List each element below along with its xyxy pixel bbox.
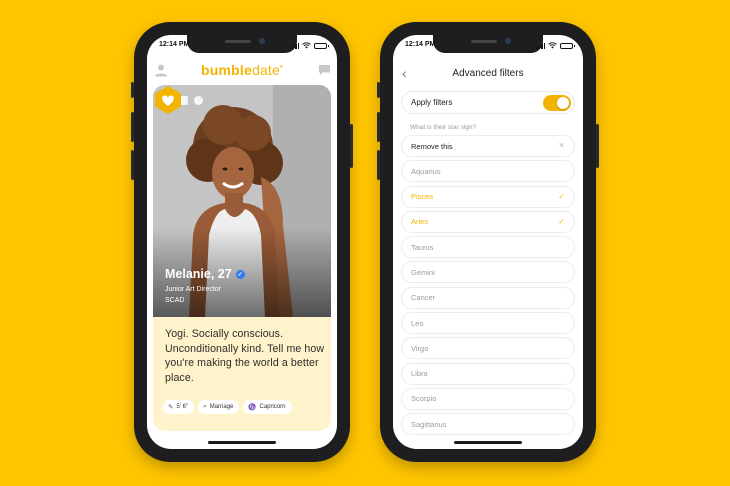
power-button [350,124,353,168]
power-button [596,124,599,168]
profile-school: SCAD [165,297,185,304]
signal-icon [536,42,545,49]
sign-label: Virgo [411,343,429,353]
ruler-icon: ✎ [168,404,174,411]
wifi-icon [548,42,557,49]
sign-option-cancer[interactable]: Cancer [401,286,575,309]
apply-filters-toggle[interactable] [543,95,571,111]
sign-label: Libra [411,369,428,379]
sign-option-sagittarius[interactable]: Sagittarius [401,413,575,436]
star-sign-list: Remove this ✕ Aquarius Pisces ✓ Aries ✓ Ta… [401,135,575,439]
battery-icon [314,42,329,49]
status-bar: 12:14 PM [147,41,337,53]
sign-label: Cancer [411,293,436,303]
sign-option-virgo[interactable]: Virgo [401,337,575,360]
mute-switch [131,82,134,98]
tag-height: ✎ 5' 6" [163,400,195,414]
sign-option-scorpio[interactable]: Scorpio [401,387,575,410]
sign-option-libra[interactable]: Libra [401,362,575,385]
search-icon: ⌕ [203,403,207,410]
apply-filters-label: Apply filters [411,98,453,107]
remove-filter-option[interactable]: Remove this ✕ [401,135,575,157]
remove-label: Remove this [411,141,453,151]
phone-profile: 12:14 PM bumbledate• Melanie, 27 ✓ Junio… [131,22,353,462]
verified-check-icon: ✓ [235,269,245,279]
close-icon[interactable]: ✕ [558,141,565,150]
volume-up-button [377,112,380,142]
tag-label: Capricorn [259,404,286,410]
star-sign-question: What is their star sign? [410,124,477,131]
sign-label: Leo [411,318,424,328]
mute-switch [377,82,380,98]
sign-label: Taurus [411,242,434,252]
checkmark-icon: ✓ [558,216,565,226]
profile-name: Melanie, 27 ✓ [165,267,245,281]
toggle-knob [557,97,569,109]
zodiac-icon: ♑ [248,404,257,411]
profile-job: Junior Art Director [165,286,222,293]
status-bar: 12:14 PM [393,41,583,53]
screen: 12:14 PM bumbledate• Melanie, 27 ✓ Junio… [147,35,337,449]
heart-hexagon-icon[interactable] [153,85,183,115]
sign-label: Sagittarius [411,419,447,429]
apply-filters-row[interactable]: Apply filters [401,91,575,114]
sign-label: Aries [411,217,429,227]
home-indicator[interactable] [208,441,276,444]
phone-filters: 12:14 PM ‹ Advanced filters Apply filter… [377,22,599,462]
profile-card[interactable]: Melanie, 27 ✓ Junior Art Director SCAD Y… [153,85,331,431]
sign-option-gemini[interactable]: Gemini [401,261,575,284]
sign-label: Pisces [411,192,434,202]
page-title: Advanced filters [452,68,524,79]
status-time: 12:14 PM [159,41,190,48]
logo-suffix: date [251,62,281,78]
sign-option-pisces[interactable]: Pisces ✓ [401,185,575,208]
profile-tags: ✎ 5' 6" ⌕ Marriage ♑ Capricorn [163,400,292,414]
name-age: Melanie, 27 [165,267,232,281]
sign-option-taurus[interactable]: Taurus [401,236,575,259]
tag-looking-for: ⌕ Marriage [198,400,240,414]
audio-indicator-icon [194,96,203,105]
screen: 12:14 PM ‹ Advanced filters Apply filter… [393,35,583,449]
battery-icon [560,42,575,49]
tag-label: Marriage [209,404,234,410]
logo-word: bumble [200,62,252,78]
sign-option-aquarius[interactable]: Aquarius [401,160,575,183]
signal-icon [290,42,299,49]
tag-star-sign: ♑ Capricorn [243,400,292,414]
top-bar: bumbledate• [147,61,337,81]
sign-option-leo[interactable]: Leo [401,312,575,335]
profile-bio: Yogi. Socially conscious. Unconditionall… [165,328,325,384]
checkmark-icon: ✓ [558,191,565,201]
profile-photo: Melanie, 27 ✓ Junior Art Director SCAD [153,85,331,317]
home-indicator[interactable] [454,441,522,444]
sign-label: Gemini [411,267,435,277]
sign-label: Scorpio [411,394,437,404]
volume-up-button [131,112,134,142]
sign-label: Aquarius [411,166,441,176]
chat-icon[interactable] [318,64,331,76]
wifi-icon [302,42,311,49]
sign-option-aries[interactable]: Aries ✓ [401,210,575,233]
bumble-date-logo: bumbledate• [200,62,284,78]
tag-label: 5' 6" [176,404,189,410]
status-time: 12:14 PM [405,41,436,48]
volume-down-button [131,150,134,180]
profile-icon[interactable] [154,63,168,77]
volume-down-button [377,150,380,180]
filters-header: ‹ Advanced filters [393,65,583,83]
